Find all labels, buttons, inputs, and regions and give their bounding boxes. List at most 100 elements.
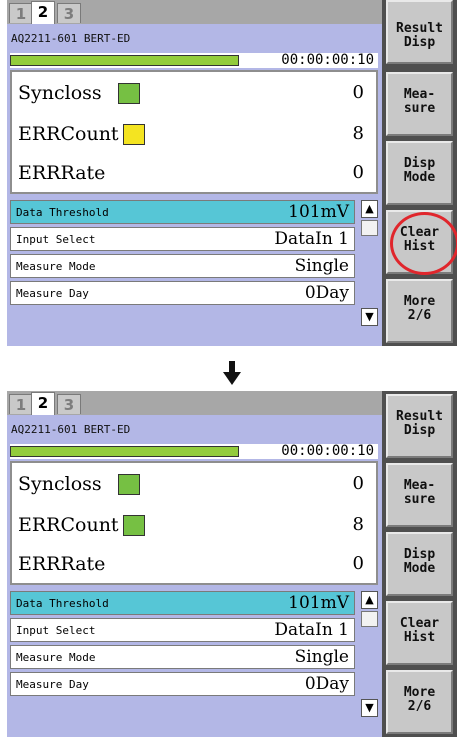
results-box: Syncloss 0 ERRCount 8 ERRRate 0 bbox=[10, 70, 378, 194]
param-row-measure-mode[interactable]: Measure Mode Single bbox=[10, 254, 355, 278]
softkey-label: Disp bbox=[403, 35, 436, 50]
result-label: ERRCount bbox=[18, 123, 119, 145]
softkey-label: Mode bbox=[403, 170, 436, 185]
softkey-label: 2/6 bbox=[407, 308, 432, 323]
tab-strip: 1 2 3 bbox=[7, 0, 382, 25]
result-row-errrate: ERRRate 0 bbox=[12, 549, 376, 579]
tab-1[interactable]: 1 bbox=[9, 394, 33, 414]
syncloss-indicator bbox=[118, 474, 140, 495]
progress-bar bbox=[10, 55, 239, 66]
result-row-syncloss: Syncloss 0 bbox=[12, 469, 376, 499]
softkey-panel: Result Disp Mea- sure Disp Mode Clear Hi… bbox=[382, 0, 457, 346]
result-row-syncloss: Syncloss 0 bbox=[12, 78, 376, 108]
param-label: Data Threshold bbox=[16, 206, 109, 219]
parameter-list: Data Threshold 101mV Input Select DataIn… bbox=[10, 200, 378, 328]
result-value: 0 bbox=[352, 473, 364, 494]
param-label: Measure Mode bbox=[16, 651, 96, 664]
progress-fill bbox=[11, 447, 238, 456]
param-label: Measure Day bbox=[16, 678, 89, 691]
param-label: Measure Day bbox=[16, 287, 89, 300]
softkey-label: Disp bbox=[403, 423, 436, 438]
softkey-label: Mea- bbox=[403, 478, 436, 493]
param-row-input-select[interactable]: Input Select DataIn 1 bbox=[10, 227, 355, 251]
tab-3[interactable]: 3 bbox=[57, 394, 81, 414]
tab-2[interactable]: 2 bbox=[31, 392, 55, 416]
more-softkey[interactable]: More 2/6 bbox=[386, 279, 453, 343]
tab-3[interactable]: 3 bbox=[57, 3, 81, 23]
clear-hist-softkey[interactable]: Clear Hist bbox=[386, 601, 453, 665]
tab-1[interactable]: 1 bbox=[9, 3, 33, 23]
scroll-up-button[interactable]: ▲ bbox=[361, 200, 378, 218]
param-row-measure-mode[interactable]: Measure Mode Single bbox=[10, 645, 355, 669]
param-value: 0Day bbox=[304, 283, 349, 303]
scrollbar-track[interactable] bbox=[363, 238, 376, 306]
result-row-errcount: ERRCount 8 bbox=[12, 510, 376, 540]
results-box: Syncloss 0 ERRCount 8 ERRRate 0 bbox=[10, 461, 378, 585]
more-softkey[interactable]: More 2/6 bbox=[386, 670, 453, 734]
highlight-circle bbox=[390, 212, 457, 275]
param-value: DataIn 1 bbox=[274, 620, 349, 640]
softkey-label: Mode bbox=[403, 561, 436, 576]
progress-row: 00:00:00:10 bbox=[10, 444, 378, 459]
arrow-down-icon bbox=[223, 361, 241, 385]
device-screen-after: 1 2 3 AQ2211-601 BERT-ED 00:00:00:10 Syn… bbox=[7, 391, 457, 737]
result-value: 8 bbox=[352, 123, 364, 144]
param-value: 101mV bbox=[288, 593, 349, 613]
scroll-up-button[interactable]: ▲ bbox=[361, 591, 378, 609]
main-panel: AQ2211-601 BERT-ED 00:00:00:10 Syncloss … bbox=[7, 415, 382, 737]
softkey-label: sure bbox=[403, 101, 436, 116]
param-row-data-threshold[interactable]: Data Threshold 101mV bbox=[10, 591, 355, 615]
result-row-errrate: ERRRate 0 bbox=[12, 158, 376, 188]
result-value: 0 bbox=[352, 162, 364, 183]
tab-2[interactable]: 2 bbox=[31, 1, 55, 25]
softkey-label: sure bbox=[403, 492, 436, 507]
errcount-indicator bbox=[123, 124, 145, 145]
param-label: Data Threshold bbox=[16, 597, 109, 610]
softkey-label: Hist bbox=[403, 630, 436, 645]
param-row-measure-day[interactable]: Measure Day 0Day bbox=[10, 672, 355, 696]
param-value: Single bbox=[294, 647, 349, 667]
tab-strip: 1 2 3 bbox=[7, 391, 382, 416]
softkey-label: More bbox=[403, 685, 436, 700]
model-name: AQ2211-601 BERT-ED bbox=[11, 32, 131, 45]
result-label: Syncloss bbox=[18, 82, 102, 104]
disp-mode-softkey[interactable]: Disp Mode bbox=[386, 532, 453, 596]
scrollbar-thumb[interactable] bbox=[361, 220, 378, 236]
progress-fill bbox=[11, 56, 238, 65]
disp-mode-softkey[interactable]: Disp Mode bbox=[386, 141, 453, 205]
measure-softkey[interactable]: Mea- sure bbox=[386, 463, 453, 527]
result-label: ERRRate bbox=[18, 162, 106, 184]
softkey-label: Disp bbox=[403, 156, 436, 171]
result-value: 8 bbox=[352, 514, 364, 535]
elapsed-timer: 00:00:00:10 bbox=[281, 52, 374, 68]
result-label: Syncloss bbox=[18, 473, 102, 495]
softkey-label: Clear bbox=[399, 616, 440, 631]
progress-bar bbox=[10, 446, 239, 457]
errcount-indicator bbox=[123, 515, 145, 536]
softkey-label: More bbox=[403, 294, 436, 309]
result-disp-softkey[interactable]: Result Disp bbox=[386, 394, 453, 458]
result-value: 0 bbox=[352, 553, 364, 574]
softkey-panel: Result Disp Mea- sure Disp Mode Clear Hi… bbox=[382, 391, 457, 737]
param-value: DataIn 1 bbox=[274, 229, 349, 249]
result-value: 0 bbox=[352, 82, 364, 103]
device-screen-before: 1 2 3 AQ2211-601 BERT-ED 00:00:00:10 Syn… bbox=[7, 0, 457, 346]
softkey-label: Result bbox=[396, 409, 443, 424]
param-row-data-threshold[interactable]: Data Threshold 101mV bbox=[10, 200, 355, 224]
scroll-down-button[interactable]: ▼ bbox=[361, 699, 378, 717]
elapsed-timer: 00:00:00:10 bbox=[281, 443, 374, 459]
scroll-down-button[interactable]: ▼ bbox=[361, 308, 378, 326]
param-row-measure-day[interactable]: Measure Day 0Day bbox=[10, 281, 355, 305]
param-label: Input Select bbox=[16, 624, 96, 637]
model-name: AQ2211-601 BERT-ED bbox=[11, 423, 131, 436]
scrollbar-thumb[interactable] bbox=[361, 611, 378, 627]
result-row-errcount: ERRCount 8 bbox=[12, 119, 376, 149]
triangle-up-icon: ▲ bbox=[365, 202, 374, 215]
scrollbar-track[interactable] bbox=[363, 629, 376, 697]
result-disp-softkey[interactable]: Result Disp bbox=[386, 0, 453, 64]
measure-softkey[interactable]: Mea- sure bbox=[386, 72, 453, 136]
parameter-list: Data Threshold 101mV Input Select DataIn… bbox=[10, 591, 378, 719]
softkey-label: 2/6 bbox=[407, 699, 432, 714]
triangle-down-icon: ▼ bbox=[365, 310, 374, 323]
param-row-input-select[interactable]: Input Select DataIn 1 bbox=[10, 618, 355, 642]
